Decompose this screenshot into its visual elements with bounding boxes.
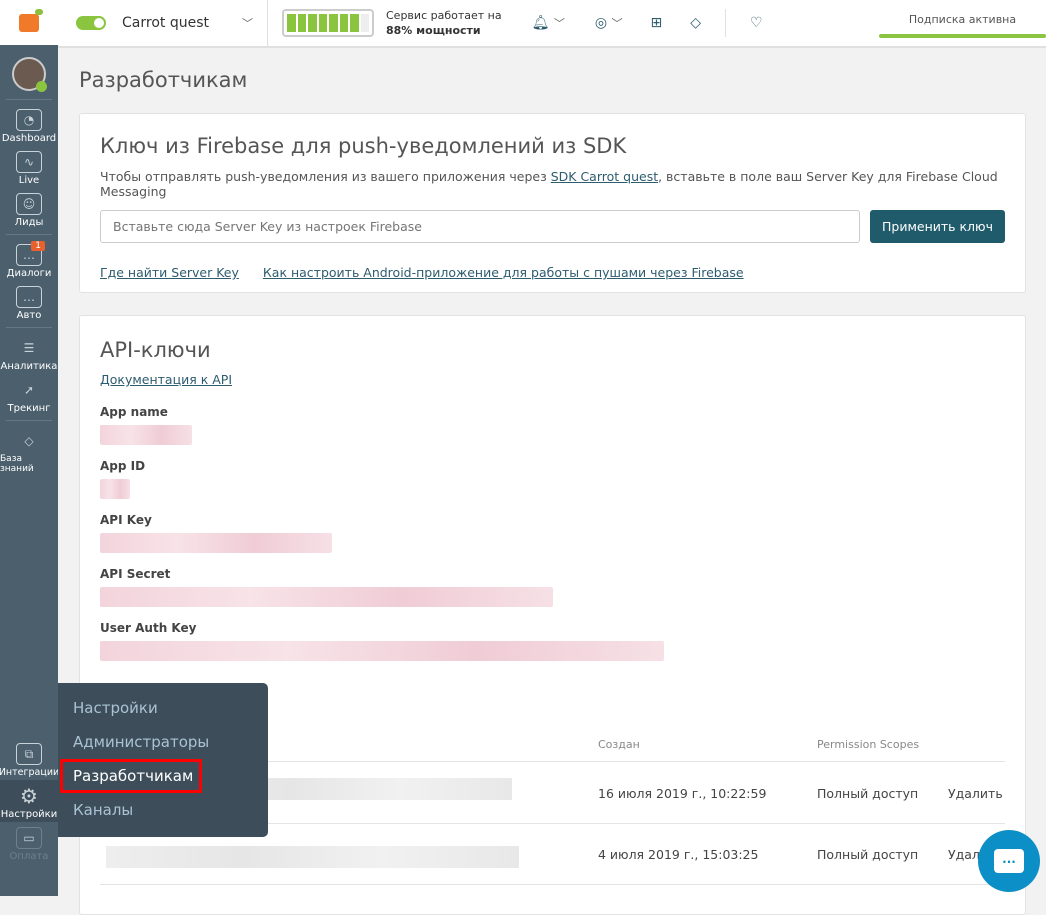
redacted-token: [106, 846, 519, 868]
online-status-dot: [36, 81, 47, 92]
column-created: Создан: [598, 738, 640, 751]
redacted-value: [100, 533, 332, 553]
service-status: Сервис работает на 88% мощности: [386, 8, 502, 38]
users-icon: ☺: [16, 193, 42, 215]
monitor-pulse-icon: ∿: [16, 151, 42, 173]
sidebar-item-integrations[interactable]: ⧉ Интеграции: [0, 738, 60, 780]
firebase-description: Чтобы отправлять push-уведомления из ваш…: [100, 169, 1005, 199]
graduation-cap-icon: ◇: [24, 434, 34, 448]
label: Диалоги: [6, 268, 52, 279]
carrot-quest-logo[interactable]: [0, 0, 58, 48]
project-toggle[interactable]: [76, 16, 106, 30]
sdk-link[interactable]: SDK Carrot quest: [551, 169, 658, 184]
api-title: API-ключи: [100, 338, 211, 362]
field-label: App name: [100, 405, 168, 419]
analytics-icon: ☰: [23, 341, 35, 355]
sidebar-item-analytics[interactable]: ☰ Аналитика: [0, 332, 58, 374]
server-key-input[interactable]: [100, 210, 860, 243]
field-label: User Auth Key: [100, 621, 197, 635]
menu-item-developers[interactable]: Разработчикам: [60, 759, 202, 793]
gift-icon[interactable]: ⊞: [651, 15, 663, 31]
auto-message-icon: …: [16, 286, 42, 308]
label: Настройки: [0, 809, 58, 820]
unread-badge: 1: [31, 241, 45, 251]
label: Трекинг: [7, 403, 51, 414]
sidebar-item-dashboard[interactable]: ◔ Dashboard: [0, 104, 58, 146]
field-label: API Secret: [100, 567, 171, 581]
android-setup-link[interactable]: Как настроить Android-приложение для раб…: [263, 265, 744, 280]
label: Аналитика: [0, 361, 58, 372]
help-lifebuoy-icon[interactable]: ◎ ﹀: [595, 15, 623, 31]
chat-bubble-icon: ...: [994, 849, 1024, 873]
cursor-icon: ➚: [23, 383, 35, 397]
label: Авто: [16, 310, 42, 321]
sidebar-item-dialogs[interactable]: … 1 Диалоги: [0, 239, 58, 281]
sidebar-item-tracking[interactable]: ➚ Трекинг: [0, 374, 58, 416]
sidebar-item-auto[interactable]: … Авто: [0, 281, 58, 323]
topbar: Carrot quest ﹀ Сервис работает на 88% мощ…: [58, 0, 1046, 48]
field-label: API Key: [100, 513, 152, 527]
bell-icon[interactable]: 🔔︎ ﹀: [532, 15, 565, 31]
settings-submenu: Настройки Администраторы Разработчикам К…: [58, 683, 268, 837]
redacted-value: [100, 425, 192, 445]
find-server-key-link[interactable]: Где найти Server Key: [100, 265, 239, 280]
puzzle-icon: ⧉: [16, 743, 42, 765]
avatar[interactable]: [12, 57, 47, 92]
row-created: 16 июля 2019 г., 10:22:59: [598, 786, 767, 801]
card-icon: ▭: [16, 827, 42, 849]
service-line1: Сервис работает на: [386, 9, 502, 22]
page-title: Разработчикам: [79, 68, 248, 92]
label: Лиды: [14, 217, 44, 228]
sidebar-item-leads[interactable]: ☺ Лиды: [0, 188, 58, 230]
firebase-card: Ключ из Firebase для push-уведомлений из…: [79, 113, 1026, 293]
speedometer-icon: ◔: [16, 109, 42, 131]
label: Оплата: [9, 851, 49, 862]
chevron-down-icon[interactable]: ﹀: [242, 15, 253, 31]
sidebar-item-live[interactable]: ∿ Live: [0, 146, 58, 188]
subscription-status[interactable]: Подписка активна: [879, 0, 1046, 48]
delete-token-link[interactable]: Удалить: [948, 786, 1003, 801]
api-docs-link[interactable]: Документация к API: [100, 372, 232, 387]
row-scope: Полный доступ: [817, 847, 919, 862]
subscription-label: Подписка активна: [908, 13, 1017, 26]
desc-text: Чтобы отправлять push-уведомления из ваш…: [100, 169, 551, 184]
chat-widget-button[interactable]: ...: [978, 830, 1040, 892]
label: Live: [18, 175, 40, 186]
firebase-title: Ключ из Firebase для push-уведомлений из…: [100, 134, 627, 158]
redacted-value: [100, 641, 664, 661]
gear-icon: ⚙: [20, 784, 38, 808]
redacted-value: [100, 587, 553, 607]
row-created: 4 июля 2019 г., 15:03:25: [598, 847, 759, 862]
menu-item-administrators[interactable]: Администраторы: [58, 725, 268, 759]
column-scopes: Permission Scopes: [817, 738, 920, 751]
label: Dashboard: [1, 133, 57, 144]
label: База знаний: [0, 454, 34, 474]
sidebar-item-billing[interactable]: ▭ Оплата: [0, 822, 58, 864]
redacted-value: [100, 479, 130, 499]
sidebar-item-settings[interactable]: ⚙ Настройки: [0, 780, 58, 822]
heart-icon[interactable]: ♡: [750, 15, 763, 31]
label: Интеграции: [0, 767, 60, 778]
sidebar: ◔ Dashboard ∿ Live ☺ Лиды … 1 Диалоги … Авто ☰…: [0, 0, 60, 896]
apply-key-button[interactable]: Применить ключ: [870, 210, 1005, 243]
project-name[interactable]: Carrot quest: [122, 15, 242, 31]
field-label: App ID: [100, 459, 146, 473]
graduation-cap-icon[interactable]: ◇: [690, 15, 701, 31]
capacity-battery: [282, 9, 374, 37]
row-scope: Полный доступ: [817, 786, 919, 801]
service-line2: 88% мощности: [386, 24, 481, 37]
menu-item-settings[interactable]: Настройки: [58, 691, 268, 725]
sidebar-item-knowledge-base[interactable]: ◇ База знаний: [0, 425, 58, 476]
menu-item-channels[interactable]: Каналы: [58, 793, 268, 827]
